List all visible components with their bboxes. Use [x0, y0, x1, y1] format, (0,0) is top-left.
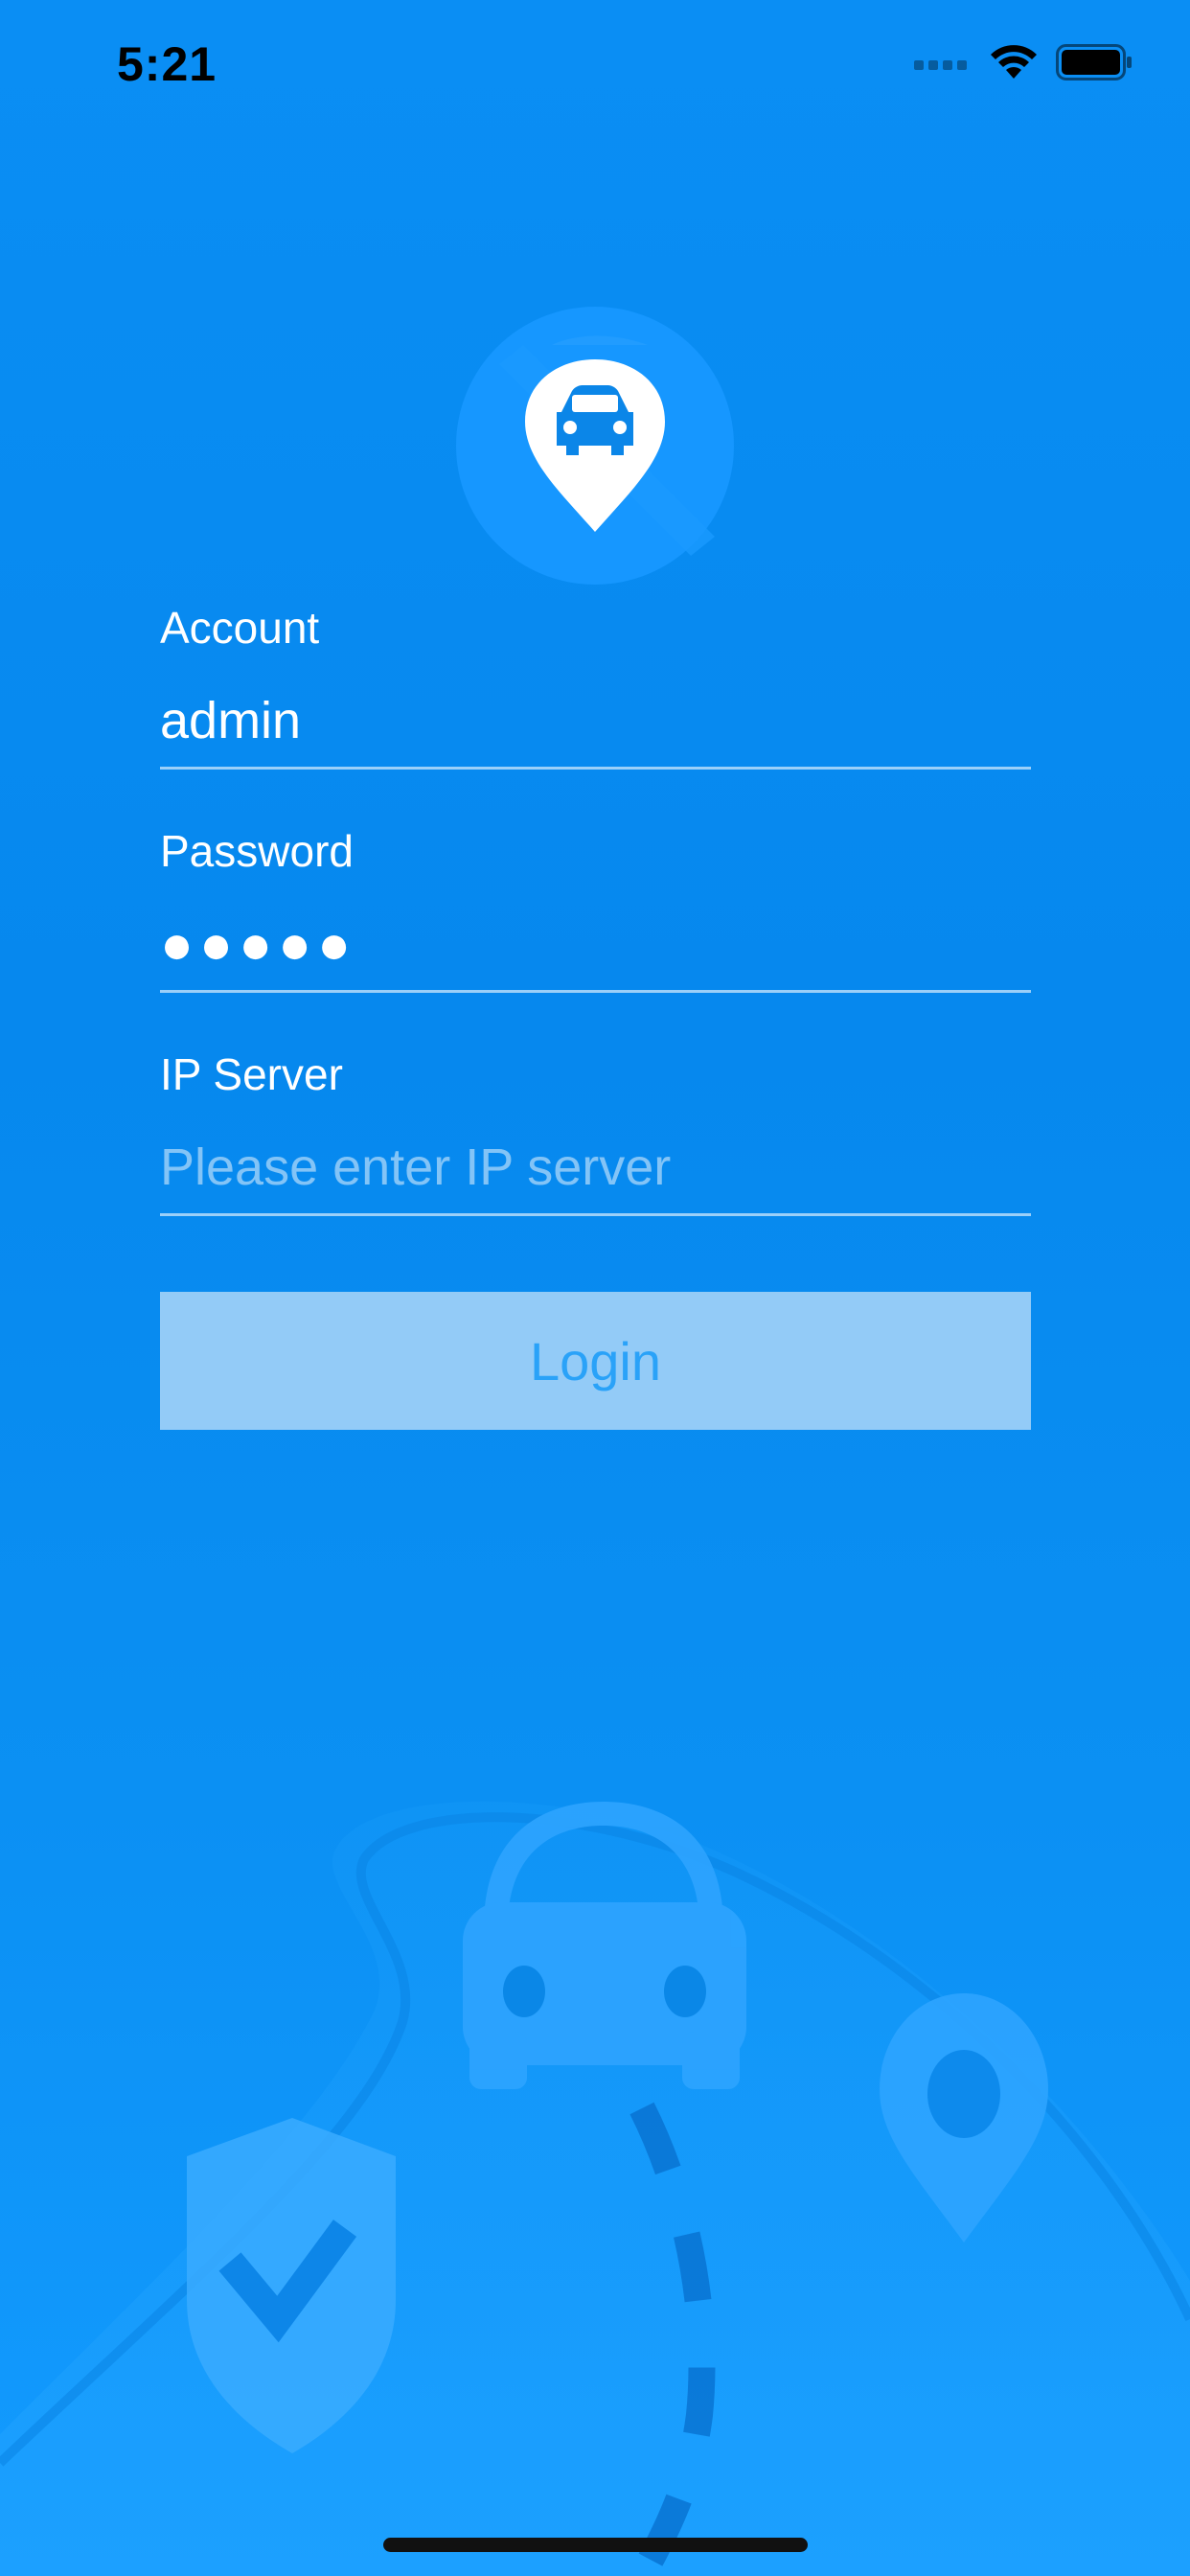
account-underline [160, 767, 1031, 770]
home-indicator[interactable] [383, 2538, 808, 2552]
account-field: Account [160, 594, 1031, 817]
signal-icon [914, 60, 967, 70]
battery-icon [1056, 44, 1132, 80]
password-field: Password [160, 817, 1031, 1041]
account-input[interactable] [160, 682, 1031, 759]
ip-server-underline [160, 1213, 1031, 1216]
wifi-icon [991, 45, 1037, 79]
password-input[interactable] [160, 906, 1031, 982]
ip-server-field: IP Server [160, 1041, 1031, 1264]
login-button[interactable]: Login [160, 1292, 1031, 1430]
login-form: Account Password IP Server [160, 594, 1031, 1264]
password-label: Password [160, 826, 354, 876]
app-logo [456, 307, 734, 585]
account-label: Account [160, 603, 320, 653]
password-underline [160, 990, 1031, 993]
background-illustration [0, 1801, 1190, 2576]
ip-server-input[interactable] [160, 1129, 1031, 1206]
ip-server-label: IP Server [160, 1049, 343, 1099]
status-time: 5:21 [117, 37, 217, 91]
status-bar: 5:21 [0, 0, 1190, 134]
status-icons [914, 44, 1133, 80]
